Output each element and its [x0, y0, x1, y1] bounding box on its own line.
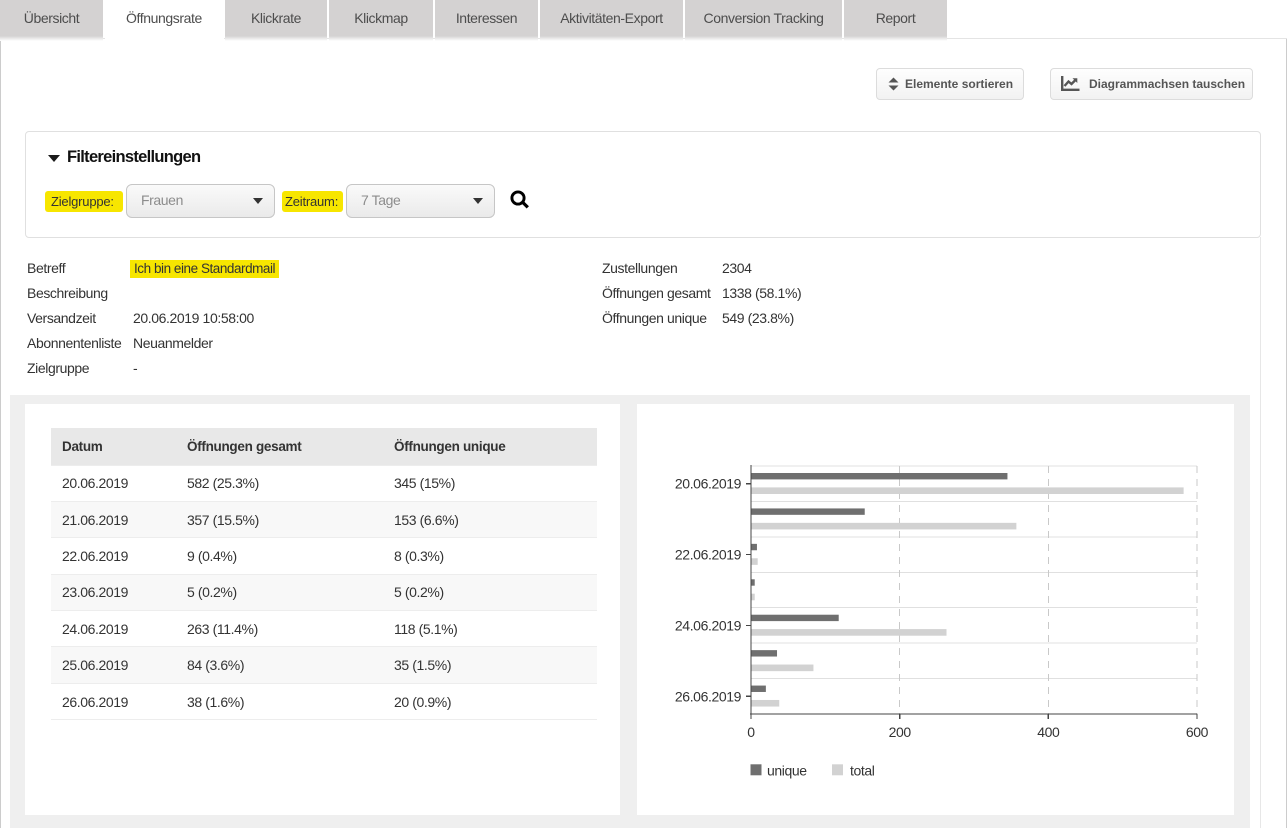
svg-text:600: 600: [1186, 724, 1209, 740]
svg-text:200: 200: [889, 724, 912, 740]
svg-text:26.06.2019: 26.06.2019: [675, 688, 742, 704]
svg-text:22.06.2019: 22.06.2019: [675, 547, 742, 563]
svg-text:unique: unique: [767, 763, 807, 779]
svg-text:total: total: [850, 763, 875, 779]
svg-text:0: 0: [747, 724, 755, 740]
svg-text:20.06.2019: 20.06.2019: [675, 476, 742, 492]
svg-text:400: 400: [1037, 724, 1060, 740]
svg-text:24.06.2019: 24.06.2019: [675, 617, 742, 633]
